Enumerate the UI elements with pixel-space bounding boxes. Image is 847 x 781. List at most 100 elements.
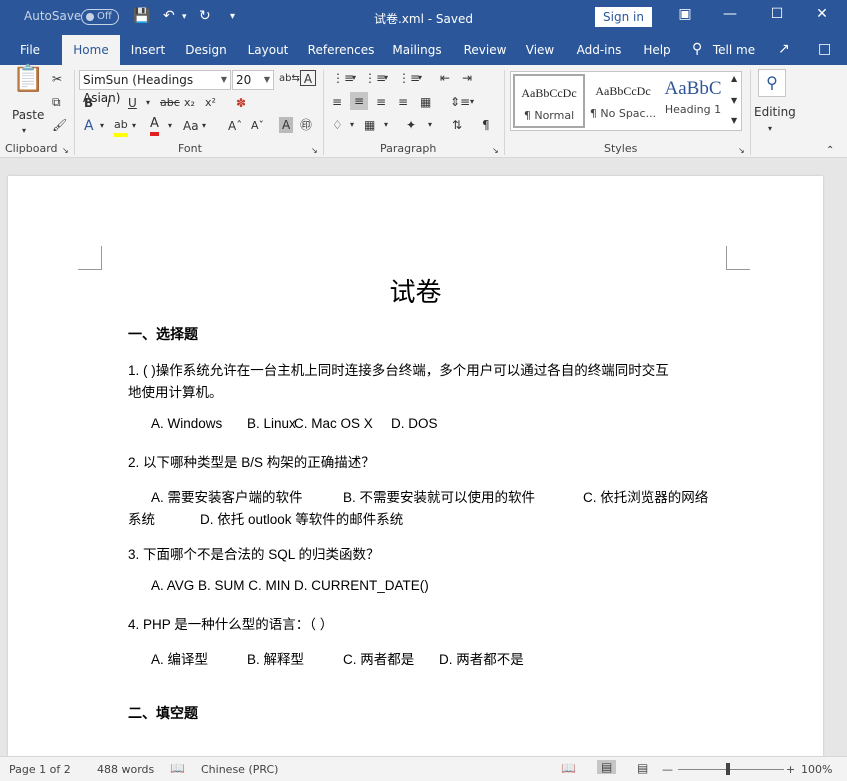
tab-review[interactable]: Review <box>460 35 510 65</box>
page-count[interactable]: Page 1 of 2 <box>9 763 71 776</box>
enclose-characters-icon[interactable]: ㊞ <box>300 117 312 133</box>
comments-icon[interactable]: □ <box>818 41 831 57</box>
styles-launcher-icon[interactable]: ↘ <box>738 143 745 159</box>
character-shading-icon[interactable]: A <box>279 117 294 133</box>
style-normal[interactable]: AaBbCcDc ¶ Normal <box>513 74 585 128</box>
minimize-icon[interactable]: — <box>720 6 740 22</box>
page[interactable]: 试卷 一、选择题 1. ( )操作系统允许在一台主机上同时连接多台终端，多个用户… <box>8 176 823 756</box>
proofing-icon[interactable]: 📖 <box>170 761 185 775</box>
editing-button[interactable]: Editing <box>754 104 796 120</box>
bold-icon[interactable]: B <box>84 95 93 111</box>
font-size-combo[interactable]: 20 ▼ <box>232 70 274 90</box>
tab-insert[interactable]: Insert <box>126 35 170 65</box>
bullets-dropdown-icon[interactable]: ▾ <box>352 70 356 86</box>
tab-design[interactable]: Design <box>181 35 231 65</box>
character-border-icon[interactable]: A <box>300 70 316 86</box>
bullets-icon[interactable]: ⋮≡ <box>332 70 354 86</box>
paste-button[interactable]: Paste <box>12 107 44 123</box>
show-formatting-marks-icon[interactable]: ¶ <box>482 117 490 133</box>
borders-dropdown-icon[interactable]: ▾ <box>384 117 388 133</box>
shading-dropdown-icon[interactable]: ▾ <box>350 117 354 133</box>
phonetic-guide-icon[interactable]: ab⇆ <box>279 71 300 87</box>
find-icon[interactable]: ⚲ <box>758 69 786 97</box>
borders-icon[interactable]: ▦ <box>364 117 375 133</box>
change-case-dropdown-icon[interactable]: ▾ <box>202 118 206 134</box>
font-color-icon[interactable]: A <box>150 116 159 136</box>
sort-icon[interactable]: ⇅ <box>452 117 462 133</box>
text-highlight-icon[interactable]: ab <box>114 117 128 137</box>
clear-formatting-icon[interactable]: ✽ <box>236 95 246 111</box>
italic-icon[interactable]: I <box>107 95 111 111</box>
style-no-spacing[interactable]: AaBbCcDc ¶ No Spac... <box>587 74 659 128</box>
tab-add-ins[interactable]: Add-ins <box>572 35 626 65</box>
numbering-dropdown-icon[interactable]: ▾ <box>384 70 388 86</box>
styles-more-icon[interactable]: ▼ <box>731 113 737 129</box>
line-spacing-dropdown-icon[interactable]: ▾ <box>470 94 474 110</box>
tab-layout[interactable]: Layout <box>242 35 294 65</box>
styles-scroll-down-icon[interactable]: ▼ <box>731 93 737 109</box>
tab-help[interactable]: Help <box>638 35 676 65</box>
share-icon[interactable]: ↗ <box>778 41 790 57</box>
web-layout-icon[interactable]: ▤ <box>637 761 648 775</box>
editing-dropdown-icon[interactable]: ▾ <box>768 121 772 137</box>
paste-icon[interactable]: 📋 <box>12 66 44 92</box>
language-indicator[interactable]: Chinese (PRC) <box>201 763 278 776</box>
tab-view[interactable]: View <box>522 35 558 65</box>
paragraph-launcher-icon[interactable]: ↘ <box>492 143 499 159</box>
superscript-icon[interactable]: x² <box>205 95 216 111</box>
asian-layout-dropdown-icon[interactable]: ▾ <box>428 117 432 133</box>
align-right-icon[interactable]: ≡ <box>376 94 386 110</box>
clipboard-launcher-icon[interactable]: ↘ <box>62 143 69 159</box>
tab-file[interactable]: File <box>12 35 48 65</box>
shrink-font-icon[interactable]: Aˇ <box>251 118 264 134</box>
strikethrough-icon[interactable]: abc <box>160 95 180 111</box>
tab-mailings[interactable]: Mailings <box>389 35 445 65</box>
format-painter-icon[interactable]: 🖌 <box>52 117 67 133</box>
font-size-dropdown-icon[interactable]: ▼ <box>264 71 270 89</box>
cut-icon[interactable]: ✂ <box>52 71 62 87</box>
tab-home[interactable]: Home <box>62 35 120 65</box>
align-center-icon[interactable]: ≡ <box>350 92 369 110</box>
decrease-indent-icon[interactable]: ⇤ <box>440 70 450 86</box>
font-color-dropdown-icon[interactable]: ▾ <box>168 118 172 134</box>
multilevel-list-icon[interactable]: ⋮≡ <box>398 70 420 86</box>
tab-references[interactable]: References <box>306 35 376 65</box>
grow-font-icon[interactable]: Aˆ <box>228 118 242 134</box>
collapse-ribbon-icon[interactable]: ⌃ <box>826 143 834 159</box>
numbering-icon[interactable]: ⋮≡ <box>364 70 386 86</box>
text-effects-dropdown-icon[interactable]: ▾ <box>100 118 104 134</box>
paste-dropdown-icon[interactable]: ▾ <box>22 123 26 139</box>
font-name-combo[interactable]: SimSun (Headings Asian) ▼ <box>79 70 231 105</box>
increase-indent-icon[interactable]: ⇥ <box>462 70 472 86</box>
zoom-level[interactable]: 100% <box>801 763 832 776</box>
font-launcher-icon[interactable]: ↘ <box>311 143 318 159</box>
copy-icon[interactable]: ⧉ <box>52 94 61 110</box>
zoom-in-icon[interactable]: + <box>786 763 795 776</box>
close-icon[interactable]: ✕ <box>812 6 832 22</box>
zoom-out-icon[interactable]: — <box>662 763 673 776</box>
ribbon-display-options-icon[interactable]: ▣ <box>675 6 695 22</box>
style-heading-1[interactable]: AaBbC Heading 1 <box>657 74 729 128</box>
zoom-slider[interactable] <box>678 769 784 770</box>
multilevel-dropdown-icon[interactable]: ▾ <box>418 70 422 86</box>
underline-dropdown-icon[interactable]: ▾ <box>146 95 150 111</box>
underline-icon[interactable]: U <box>128 95 137 111</box>
change-case-icon[interactable]: Aa <box>183 118 199 134</box>
sign-in-button[interactable]: Sign in <box>595 7 652 27</box>
text-effects-icon[interactable]: A <box>84 118 94 134</box>
zoom-slider-thumb[interactable] <box>726 763 730 775</box>
shading-icon[interactable]: ♢ <box>332 117 343 133</box>
line-spacing-icon[interactable]: ⇕≡ <box>450 94 470 110</box>
asian-layout-icon[interactable]: ✦ <box>406 117 416 133</box>
tell-me-search[interactable]: Tell me <box>710 35 758 65</box>
subscript-icon[interactable]: x₂ <box>184 95 195 111</box>
distributed-icon[interactable]: ▦ <box>420 94 431 110</box>
align-left-icon[interactable]: ≡ <box>332 94 342 110</box>
styles-scroll-up-icon[interactable]: ▲ <box>731 71 737 87</box>
font-name-dropdown-icon[interactable]: ▼ <box>221 71 227 89</box>
justify-icon[interactable]: ≡ <box>398 94 408 110</box>
print-layout-icon[interactable]: ▤ <box>597 760 617 774</box>
highlight-dropdown-icon[interactable]: ▾ <box>132 118 136 134</box>
read-mode-icon[interactable]: 📖 <box>561 761 576 775</box>
maximize-icon[interactable]: ☐ <box>767 6 787 22</box>
